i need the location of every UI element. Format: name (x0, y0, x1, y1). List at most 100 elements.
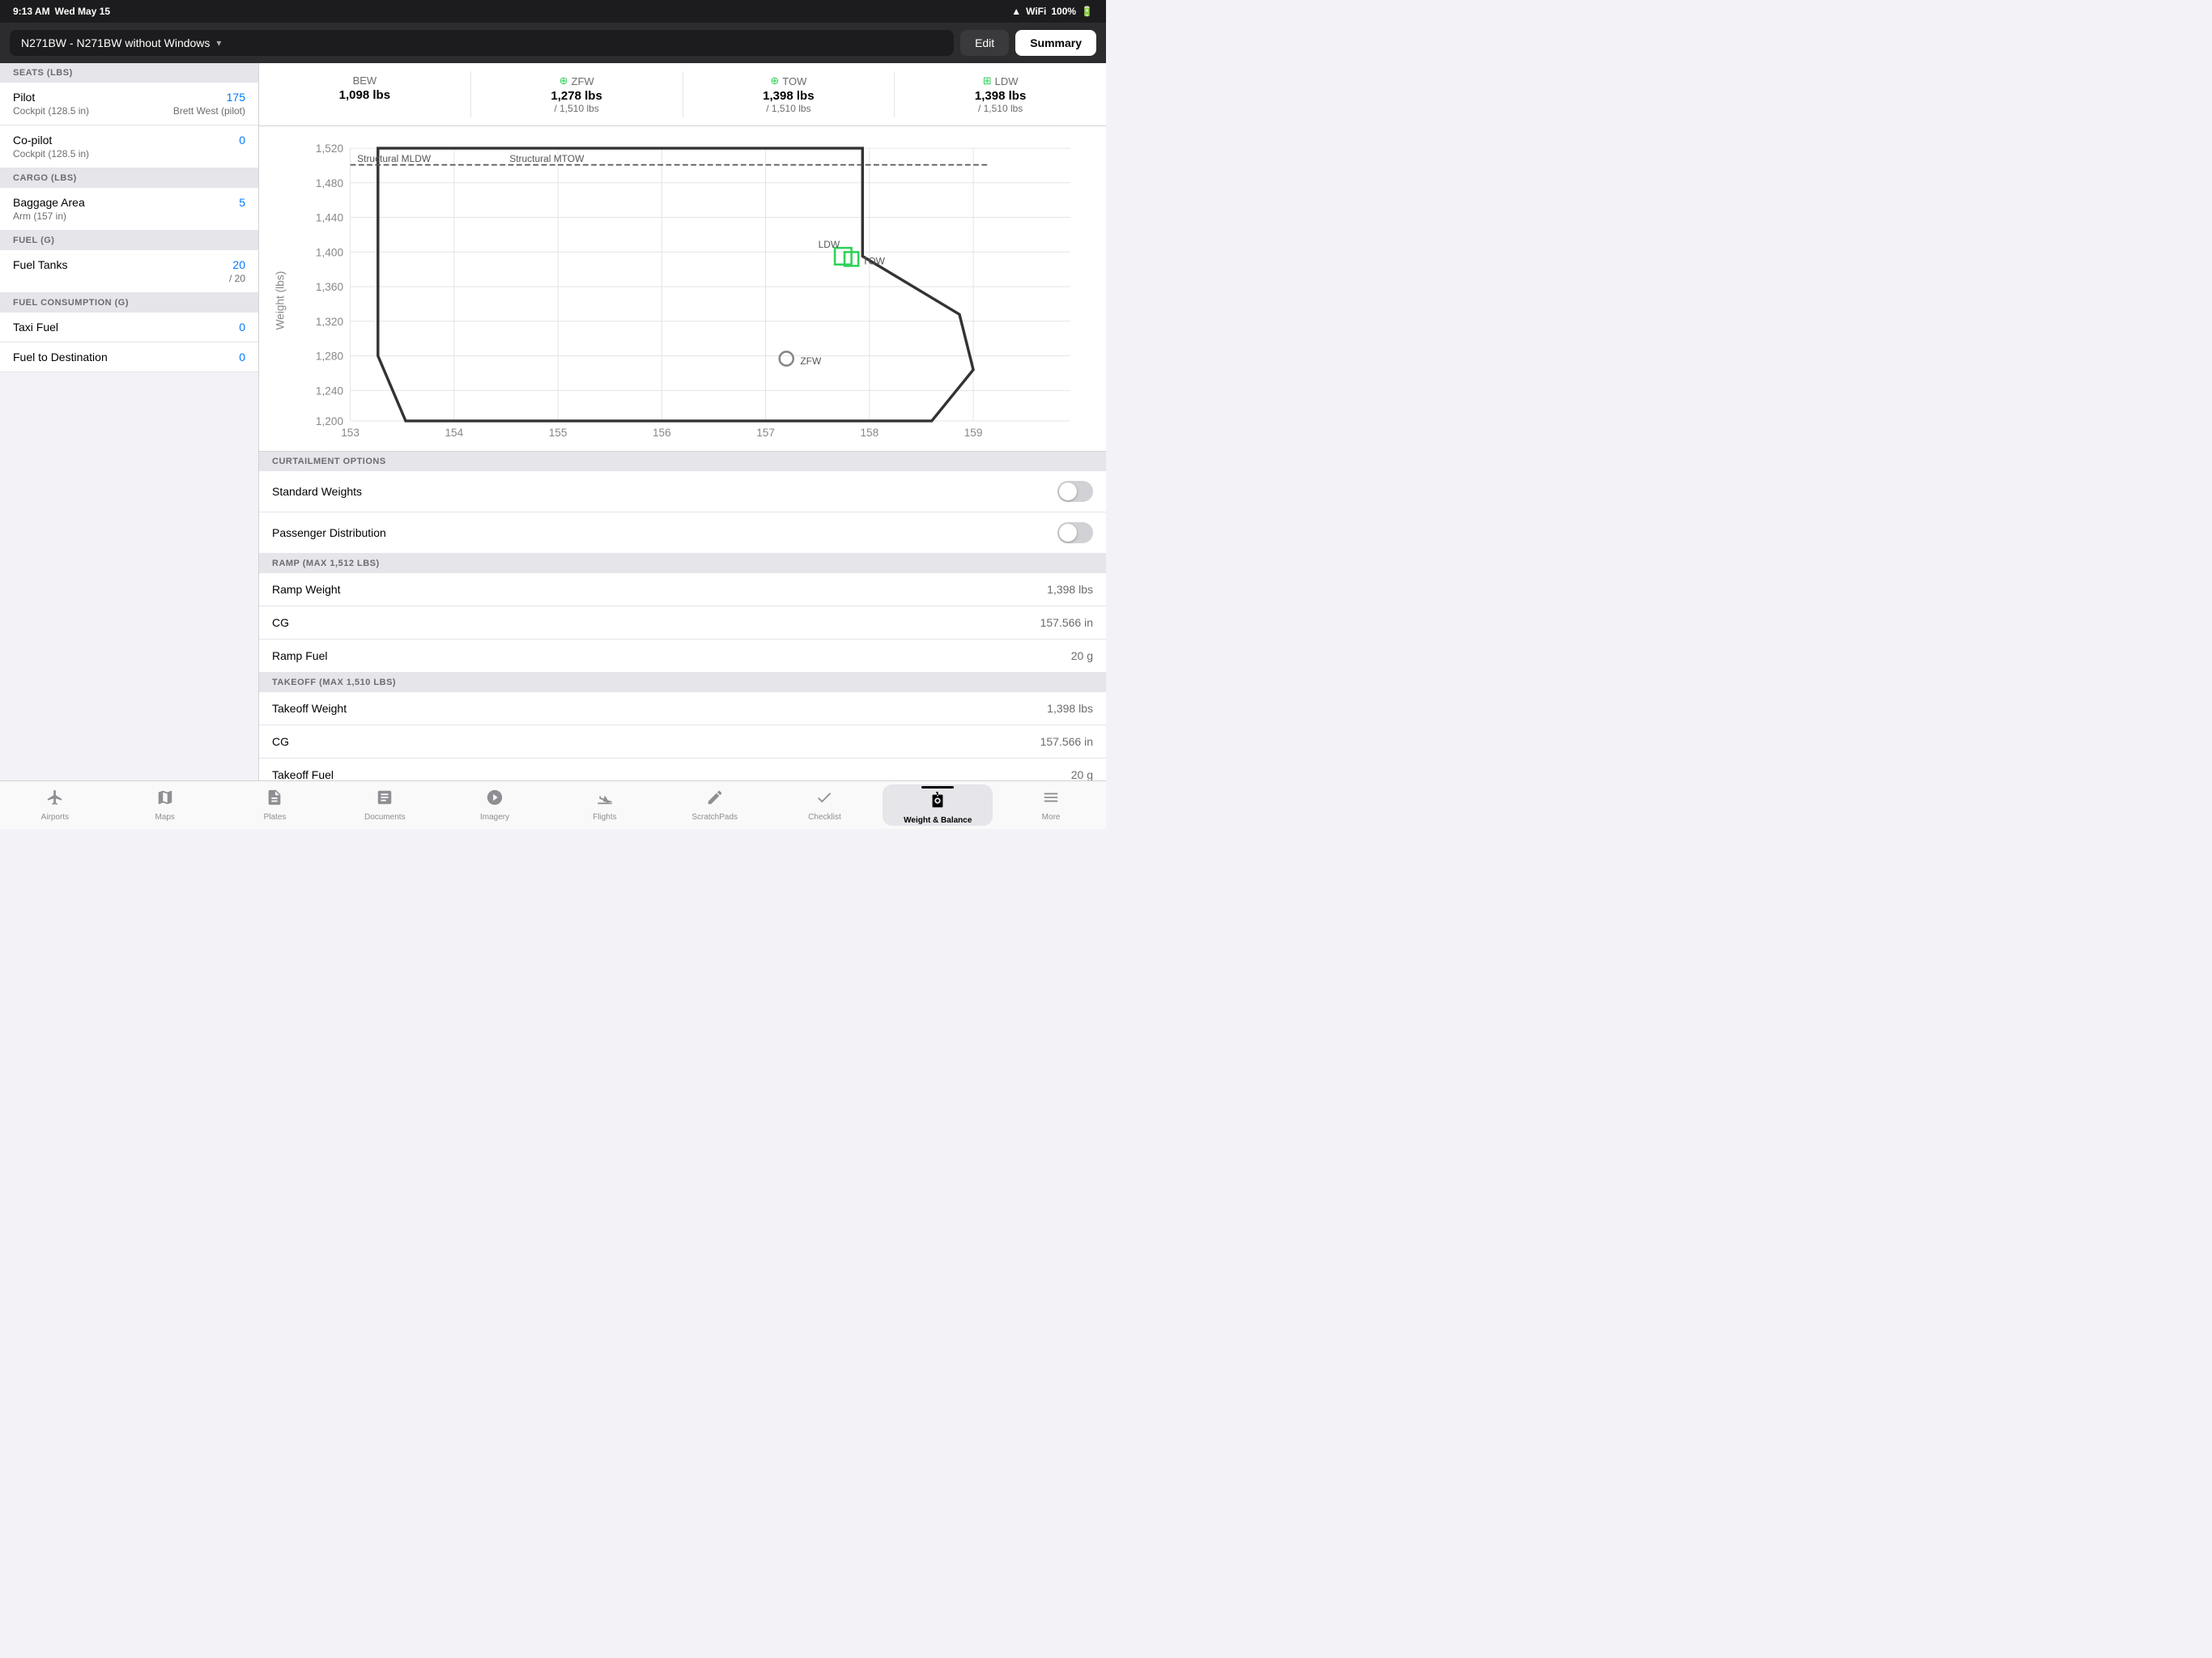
tab-bar: Airports Maps Plates Documents Imagery F… (0, 780, 1106, 829)
taxi-fuel-right: 0 (239, 321, 245, 334)
svg-text:Weight (lbs): Weight (lbs) (274, 271, 287, 330)
bew-sub (266, 102, 464, 113)
tab-airports[interactable]: Airports (0, 781, 110, 829)
takeoff-fuel-label: Takeoff Fuel (272, 768, 334, 780)
list-item[interactable]: Pilot Cockpit (128.5 in) 175 Brett West … (0, 83, 258, 125)
status-date: Wed May 15 (55, 6, 110, 17)
ramp-weight-row: Ramp Weight 1,398 lbs (259, 573, 1106, 606)
baggage-value: 5 (239, 196, 245, 209)
svg-text:158: 158 (860, 427, 878, 439)
active-tab-indicator (921, 786, 954, 789)
ldw-value: 1,398 lbs (901, 89, 1100, 103)
list-item[interactable]: Co-pilot Cockpit (128.5 in) 0 (0, 125, 258, 168)
tab-imagery[interactable]: Imagery (440, 781, 550, 829)
nav-bar: N271BW - N271BW without Windows ▾ Edit S… (0, 23, 1106, 63)
tow-icon: ⊕ (770, 74, 779, 87)
ldw-icon: ⊞ (983, 74, 992, 87)
list-item[interactable]: Fuel to Destination 0 (0, 342, 258, 372)
passenger-distribution-toggle[interactable] (1057, 522, 1093, 543)
status-time: 9:13 AM (13, 6, 50, 17)
maps-tab-label: Maps (155, 813, 174, 822)
signal-icon: ▲ (1011, 6, 1021, 17)
svg-text:LDW: LDW (819, 239, 840, 250)
pilot-arm: Cockpit (128.5 in) (13, 105, 89, 117)
svg-text:1,520: 1,520 (316, 142, 344, 155)
svg-text:157: 157 (756, 427, 775, 439)
ramp-cg-value: 157.566 in (1040, 616, 1093, 629)
takeoff-section-header: TAKEOFF (MAX 1,510 LBS) (259, 673, 1106, 692)
passenger-distribution-row[interactable]: Passenger Distribution (259, 512, 1106, 554)
edit-button[interactable]: Edit (960, 30, 1009, 56)
tab-checklist[interactable]: Checklist (770, 781, 880, 829)
svg-text:TOW: TOW (862, 256, 885, 267)
plates-icon (266, 789, 283, 811)
scratchpads-tab-label: ScratchPads (691, 813, 738, 822)
bew-label: BEW (266, 74, 464, 87)
copilot-value: 0 (239, 134, 245, 147)
fuel-tanks-value: 20 (232, 258, 245, 271)
documents-icon (376, 789, 393, 811)
tab-flights[interactable]: Flights (550, 781, 660, 829)
curtailment-header: CURTAILMENT OPTIONS (259, 452, 1106, 471)
bew-column: BEW 1,098 lbs (259, 71, 471, 117)
list-item[interactable]: Baggage Area Arm (157 in) 5 (0, 188, 258, 231)
ldw-column: ⊞ LDW 1,398 lbs / 1,510 lbs (895, 71, 1106, 117)
svg-text:1,440: 1,440 (316, 212, 344, 224)
seats-section-header: SEATS (LBS) (0, 63, 258, 83)
fuel-dest-left: Fuel to Destination (13, 351, 108, 363)
tab-weight-balance[interactable]: Weight & Balance (883, 784, 993, 826)
takeoff-cg-label: CG (272, 735, 289, 748)
svg-text:Structural MLDW: Structural MLDW (357, 153, 432, 164)
ramp-fuel-value: 20 g (1071, 649, 1093, 662)
list-item[interactable]: Taxi Fuel 0 (0, 312, 258, 342)
ldw-max: / 1,510 lbs (901, 103, 1100, 114)
tab-documents[interactable]: Documents (330, 781, 440, 829)
tab-maps[interactable]: Maps (110, 781, 220, 829)
pilot-label: Pilot (13, 91, 89, 104)
ramp-weight-label: Ramp Weight (272, 583, 341, 596)
tab-plates[interactable]: Plates (220, 781, 330, 829)
left-panel: SEATS (LBS) Pilot Cockpit (128.5 in) 175… (0, 63, 259, 780)
pilot-item-left: Pilot Cockpit (128.5 in) (13, 91, 89, 117)
summary-button[interactable]: Summary (1015, 30, 1096, 56)
battery-indicator: 100% (1051, 6, 1076, 17)
svg-text:1,400: 1,400 (316, 246, 344, 258)
standard-weights-label: Standard Weights (272, 485, 362, 498)
ramp-weight-value: 1,398 lbs (1047, 583, 1093, 596)
wb-chart-area: 1,520 1,480 1,440 1,400 1,360 1,320 1,28… (259, 126, 1106, 452)
standard-weights-row[interactable]: Standard Weights (259, 471, 1106, 512)
aircraft-title: N271BW - N271BW without Windows (21, 36, 210, 49)
taxi-fuel-label: Taxi Fuel (13, 321, 58, 334)
svg-text:156: 156 (653, 427, 671, 439)
baggage-label: Baggage Area (13, 196, 85, 209)
tab-scratchpads[interactable]: ScratchPads (660, 781, 770, 829)
takeoff-weight-row: Takeoff Weight 1,398 lbs (259, 692, 1106, 725)
tab-more[interactable]: More (996, 781, 1106, 829)
takeoff-weight-label: Takeoff Weight (272, 702, 347, 715)
plates-tab-label: Plates (264, 813, 287, 822)
copilot-arm: Cockpit (128.5 in) (13, 148, 89, 159)
takeoff-fuel-row: Takeoff Fuel 20 g (259, 759, 1106, 780)
right-panel: BEW 1,098 lbs ⊕ ZFW 1,278 lbs / 1,510 lb… (259, 63, 1106, 780)
takeoff-fuel-value: 20 g (1071, 768, 1093, 780)
tow-label: ⊕ TOW (690, 74, 888, 87)
imagery-icon (486, 789, 504, 811)
takeoff-cg-value: 157.566 in (1040, 735, 1093, 748)
flights-icon (596, 789, 614, 811)
fuel-dest-value: 0 (239, 351, 245, 363)
wb-chart-svg: 1,520 1,480 1,440 1,400 1,360 1,320 1,28… (267, 134, 1098, 439)
main-content: SEATS (LBS) Pilot Cockpit (128.5 in) 175… (0, 63, 1106, 780)
ramp-cg-label: CG (272, 616, 289, 629)
svg-text:1,240: 1,240 (316, 385, 344, 397)
svg-text:1,200: 1,200 (316, 415, 344, 427)
tow-value: 1,398 lbs (690, 89, 888, 103)
pilot-name: Brett West (pilot) (173, 105, 245, 117)
takeoff-weight-value: 1,398 lbs (1047, 702, 1093, 715)
wifi-icon: WiFi (1026, 6, 1046, 17)
standard-weights-toggle[interactable] (1057, 481, 1093, 502)
aircraft-selector[interactable]: N271BW - N271BW without Windows ▾ (10, 30, 954, 56)
takeoff-cg-row: CG 157.566 in (259, 725, 1106, 759)
ramp-cg-row: CG 157.566 in (259, 606, 1106, 640)
list-item[interactable]: Fuel Tanks 20 / 20 (0, 250, 258, 293)
flights-tab-label: Flights (593, 813, 616, 822)
